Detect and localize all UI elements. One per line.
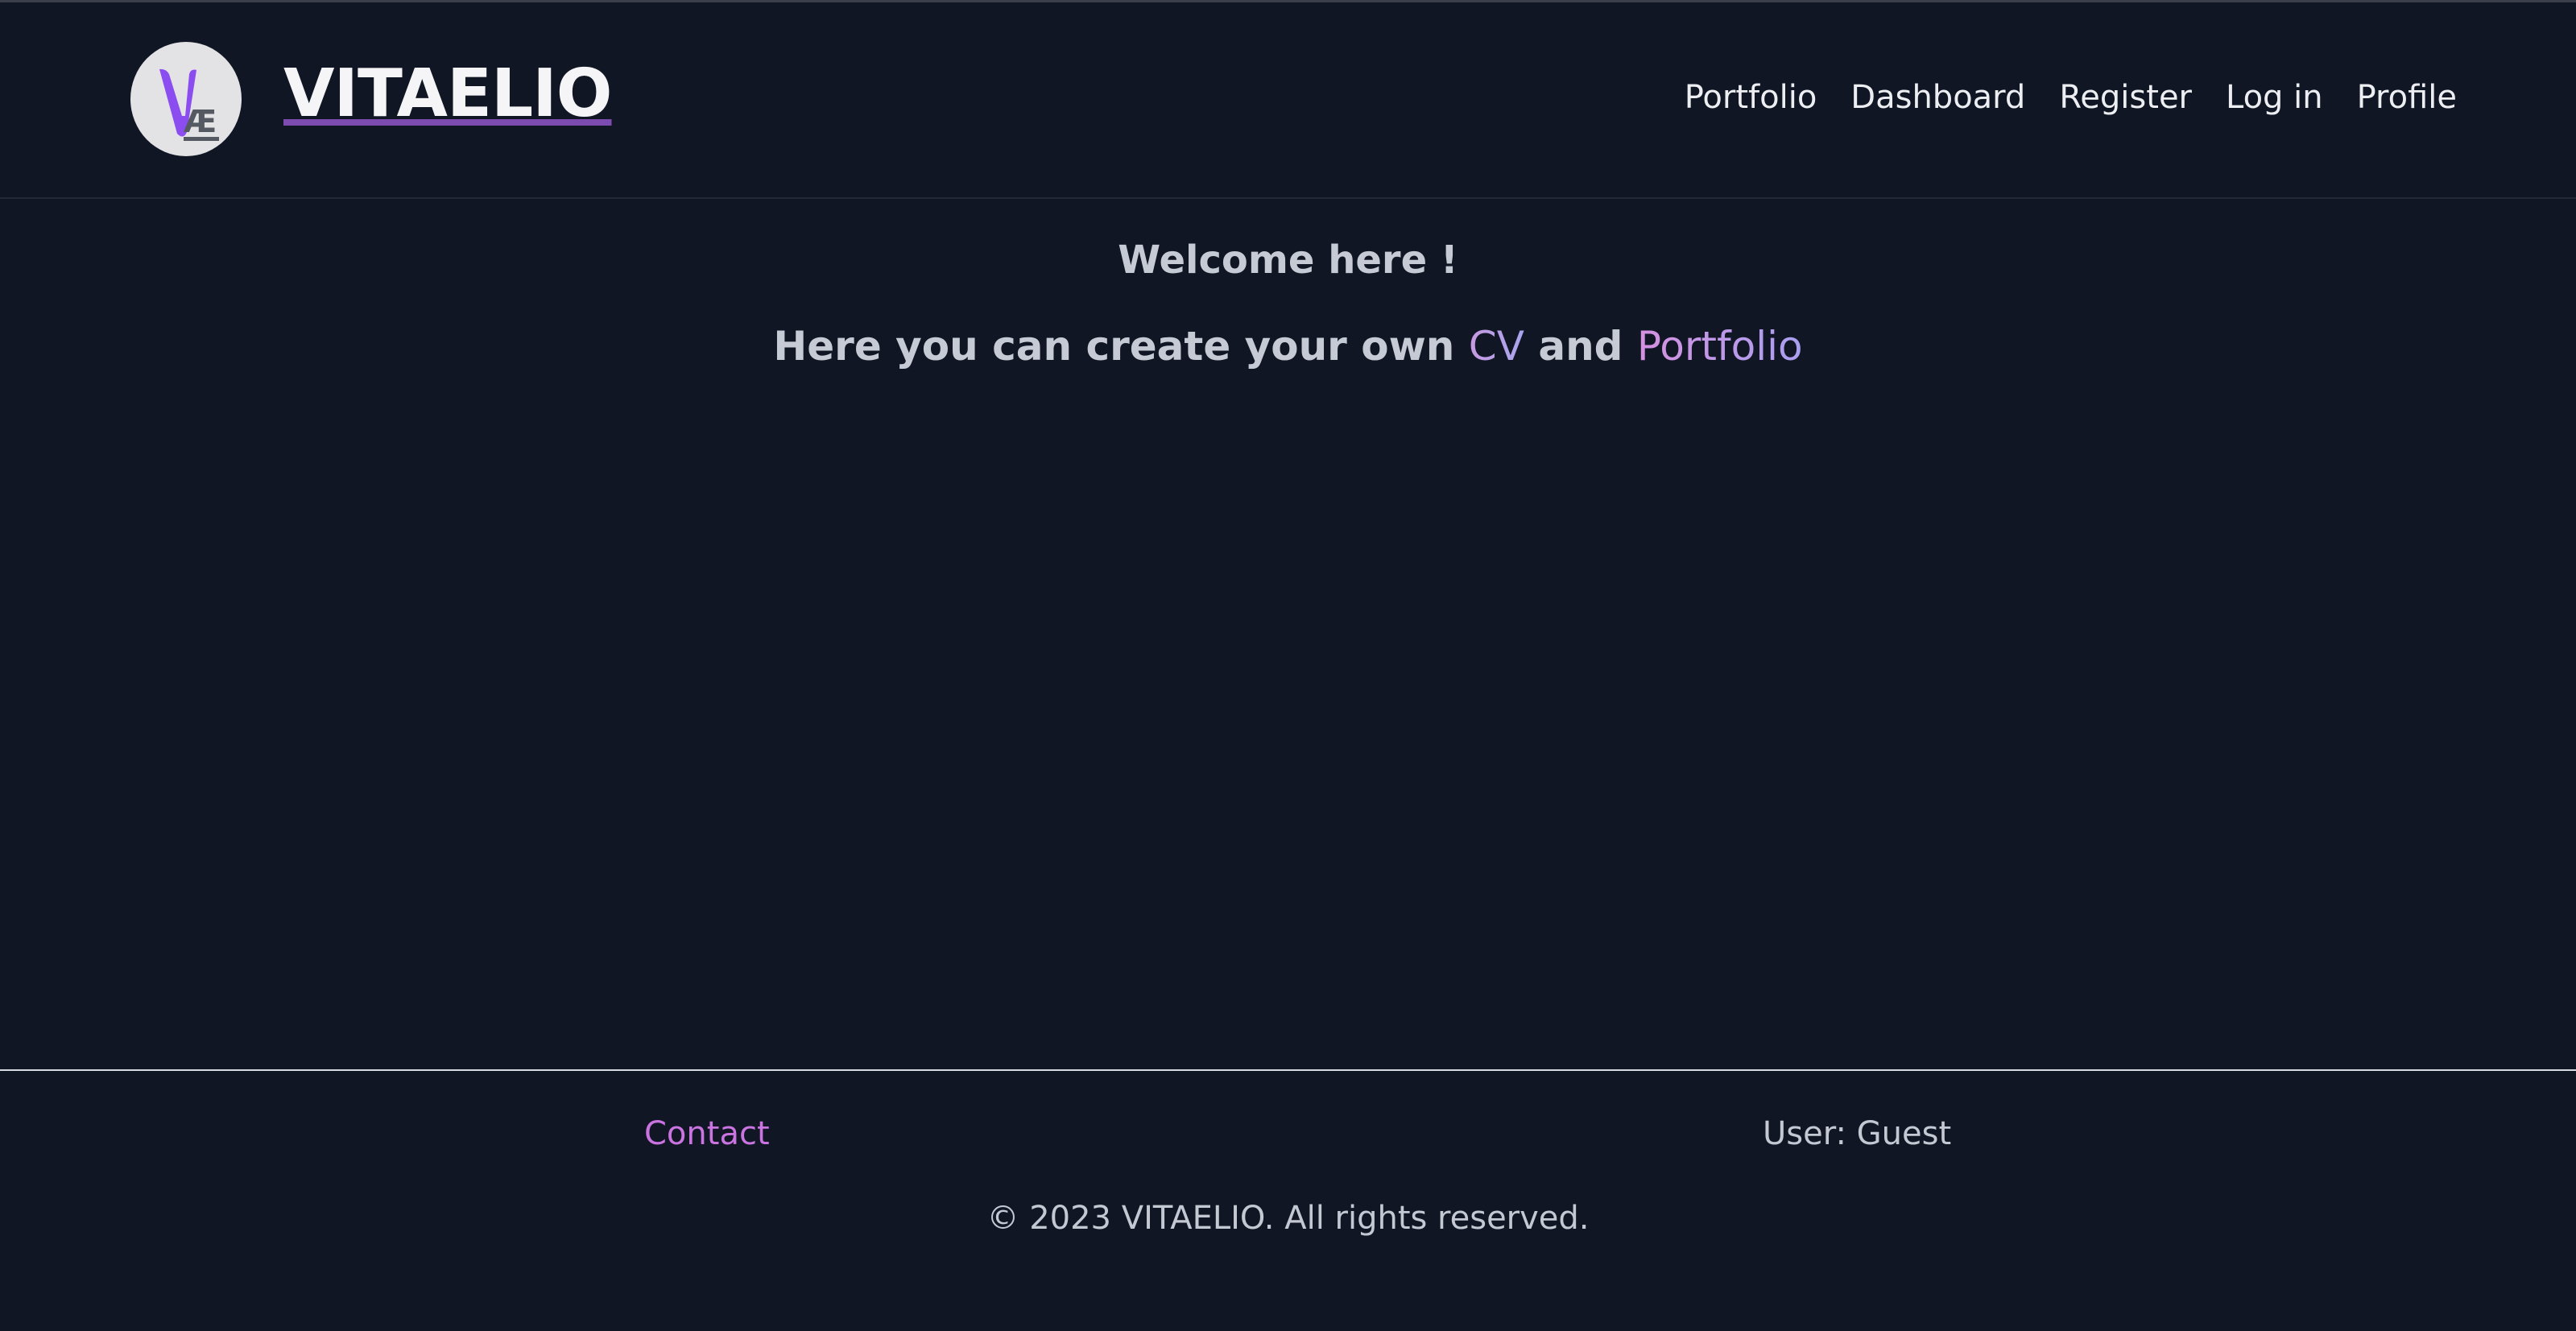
contact-link[interactable]: Contact [644,1111,770,1156]
nav-profile[interactable]: Profile [2357,75,2457,120]
nav-dashboard[interactable]: Dashboard [1850,75,2025,120]
portfolio-link[interactable]: Portfolio [1637,323,1803,370]
cv-link[interactable]: CV [1469,323,1524,370]
tagline: Here you can create your own CV and Port… [0,318,2576,374]
copyright-text: © 2023 VITAELIO. All rights reserved. [986,1200,1590,1237]
vitaelio-logo-icon[interactable]: Æ [130,42,242,156]
nav-login[interactable]: Log in [2226,75,2323,120]
site-header: Æ VITAELIO Portfolio Dashboard Register … [0,2,2576,199]
main-nav: Portfolio Dashboard Register Log in Prof… [1685,75,2457,120]
nav-register[interactable]: Register [2059,75,2192,120]
svg-text:Æ: Æ [184,104,217,139]
site-footer: Contact User: Guest © 2023 VITAELIO. All… [0,1069,2576,1331]
tagline-conjunction: and [1524,323,1637,370]
user-status: User: Guest [1763,1115,1952,1152]
brand-title[interactable]: VITAELIO [283,54,612,134]
nav-portfolio[interactable]: Portfolio [1685,75,1817,120]
tagline-prefix: Here you can create your own [773,323,1469,370]
welcome-heading: Welcome here ! [1118,238,1458,283]
